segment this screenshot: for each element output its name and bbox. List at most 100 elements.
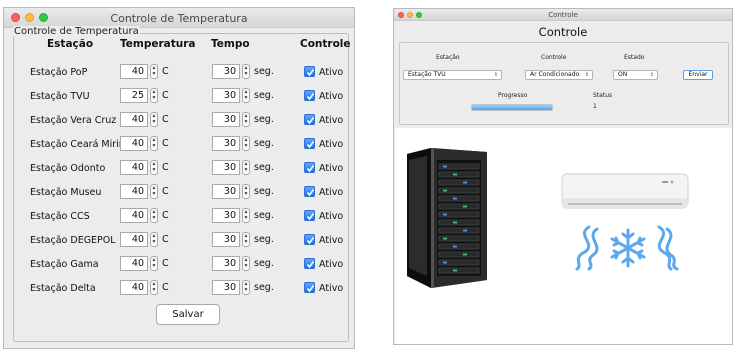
checkmark-icon: [306, 117, 315, 125]
time-field[interactable]: 30: [212, 256, 240, 271]
stepper-arrows-icon[interactable]: ▲ ▼: [150, 136, 158, 151]
updown-arrows-icon: ⇕: [584, 72, 589, 78]
cold-wave-icon: [657, 225, 679, 271]
control-checkbox[interactable]: [304, 210, 315, 221]
stepper-arrows-icon[interactable]: ▲ ▼: [242, 280, 250, 295]
stepper-arrows-icon[interactable]: ▲ ▼: [242, 208, 250, 223]
time-field[interactable]: 30: [212, 112, 240, 127]
station-row: Estação Delta 40 ▲ ▼ C 30 ▲ ▼ seg. Ativo: [4, 279, 354, 299]
control-checkbox-label: Ativo: [319, 67, 344, 78]
stepper-arrows-icon[interactable]: ▲ ▼: [150, 184, 158, 199]
stepper-arrows-icon[interactable]: ▲ ▼: [150, 112, 158, 127]
time-field[interactable]: 30: [212, 160, 240, 175]
group-legend: Controle de Temperatura: [13, 26, 140, 37]
stepper-arrows-icon[interactable]: ▲ ▼: [150, 280, 158, 295]
station-label: Estação: [436, 54, 460, 61]
time-field[interactable]: 30: [212, 64, 240, 79]
station-name: Estação DEGEPOL: [30, 235, 116, 246]
time-unit: seg.: [254, 186, 274, 197]
control-checkbox[interactable]: [304, 114, 315, 125]
time-field[interactable]: 30: [212, 136, 240, 151]
send-button[interactable]: Enviar: [683, 70, 713, 80]
title-bar[interactable]: Controle: [394, 9, 732, 21]
title-bar[interactable]: Controle de Temperatura: [4, 8, 354, 28]
control-column-header: Controle: [300, 38, 351, 50]
stepper-arrows-icon[interactable]: ▲ ▼: [242, 256, 250, 271]
control-checkbox-label: Ativo: [319, 259, 344, 270]
stepper-arrows-icon[interactable]: ▲ ▼: [150, 160, 158, 175]
temperature-field[interactable]: 40: [120, 112, 148, 127]
station-name: Estação Odonto: [30, 163, 106, 174]
window-title: Controle: [548, 11, 578, 19]
temperature-unit: C: [162, 258, 169, 269]
control-checkbox[interactable]: [304, 234, 315, 245]
stepper-arrows-icon[interactable]: ▲ ▼: [242, 232, 250, 247]
state-select[interactable]: ON ⇕: [613, 70, 658, 80]
control-checkbox[interactable]: [304, 282, 315, 293]
temperature-control-window: Controle de Temperatura Controle de Temp…: [3, 7, 355, 349]
time-field[interactable]: 30: [212, 184, 240, 199]
stepper-arrows-icon[interactable]: ▲ ▼: [150, 88, 158, 103]
stepper-arrows-icon[interactable]: ▲ ▼: [150, 256, 158, 271]
snowflake-icon: [610, 228, 646, 268]
stepper-arrows-icon[interactable]: ▲ ▼: [150, 208, 158, 223]
control-checkbox-label: Ativo: [319, 139, 344, 150]
temperature-field[interactable]: 40: [120, 64, 148, 79]
stepper-arrows-icon[interactable]: ▲ ▼: [242, 64, 250, 79]
station-select[interactable]: Estação TVU ⇕: [403, 70, 502, 80]
time-unit: seg.: [254, 162, 274, 173]
temperature-unit: C: [162, 66, 169, 77]
checkmark-icon: [306, 237, 315, 245]
temperature-field[interactable]: 40: [120, 232, 148, 247]
air-conditioner-icon: [561, 173, 689, 209]
control-select-value: Ar Condicionado: [530, 71, 580, 78]
stepper-arrows-icon[interactable]: ▲ ▼: [242, 112, 250, 127]
station-column-header: Estação: [47, 38, 94, 50]
control-checkbox[interactable]: [304, 186, 315, 197]
station-row: Estação PoP 40 ▲ ▼ C 30 ▲ ▼ seg. Ativo: [4, 63, 354, 83]
temperature-field[interactable]: 40: [120, 136, 148, 151]
time-field[interactable]: 30: [212, 232, 240, 247]
stepper-arrows-icon[interactable]: ▲ ▼: [242, 88, 250, 103]
time-field[interactable]: 30: [212, 280, 240, 295]
time-unit: seg.: [254, 282, 274, 293]
control-checkbox[interactable]: [304, 66, 315, 77]
control-checkbox[interactable]: [304, 90, 315, 101]
stepper-arrows-icon[interactable]: ▲ ▼: [150, 64, 158, 79]
control-select[interactable]: Ar Condicionado ⇕: [525, 70, 593, 80]
temperature-field[interactable]: 40: [120, 184, 148, 199]
temperature-field[interactable]: 40: [120, 208, 148, 223]
control-checkbox[interactable]: [304, 138, 315, 149]
stepper-arrows-icon[interactable]: ▲ ▼: [150, 232, 158, 247]
checkmark-icon: [306, 261, 315, 269]
station-name: Estação PoP: [30, 67, 88, 78]
temperature-unit: C: [162, 138, 169, 149]
stepper-arrows-icon[interactable]: ▲ ▼: [242, 136, 250, 151]
station-name: Estação CCS: [30, 211, 90, 222]
save-button[interactable]: Salvar: [156, 304, 220, 325]
temperature-field[interactable]: 25: [120, 88, 148, 103]
progress-bar: [471, 104, 553, 111]
progress-fill: [472, 105, 552, 110]
temperature-unit: C: [162, 282, 169, 293]
station-row: Estação CCS 40 ▲ ▼ C 30 ▲ ▼ seg. Ativo: [4, 207, 354, 227]
station-name: Estação Ceará Mirim: [30, 139, 129, 150]
temperature-field[interactable]: 40: [120, 256, 148, 271]
control-checkbox[interactable]: [304, 162, 315, 173]
checkmark-icon: [306, 189, 315, 197]
control-checkbox[interactable]: [304, 258, 315, 269]
cold-wave-icon: [575, 225, 599, 271]
station-name: Estação Museu: [30, 187, 102, 198]
station-row: Estação DEGEPOL 40 ▲ ▼ C 30 ▲ ▼ seg. Ativo: [4, 231, 354, 251]
stepper-arrows-icon[interactable]: ▲ ▼: [242, 184, 250, 199]
stepper-arrows-icon[interactable]: ▲ ▼: [242, 160, 250, 175]
temperature-field[interactable]: 40: [120, 160, 148, 175]
status-label: Status: [593, 92, 613, 99]
time-field[interactable]: 30: [212, 88, 240, 103]
temperature-unit: C: [162, 114, 169, 125]
temperature-unit: C: [162, 210, 169, 221]
temperature-field[interactable]: 40: [120, 280, 148, 295]
station-row: Estação Odonto 40 ▲ ▼ C 30 ▲ ▼ seg. Ativo: [4, 159, 354, 179]
checkmark-icon: [306, 213, 315, 221]
time-field[interactable]: 30: [212, 208, 240, 223]
